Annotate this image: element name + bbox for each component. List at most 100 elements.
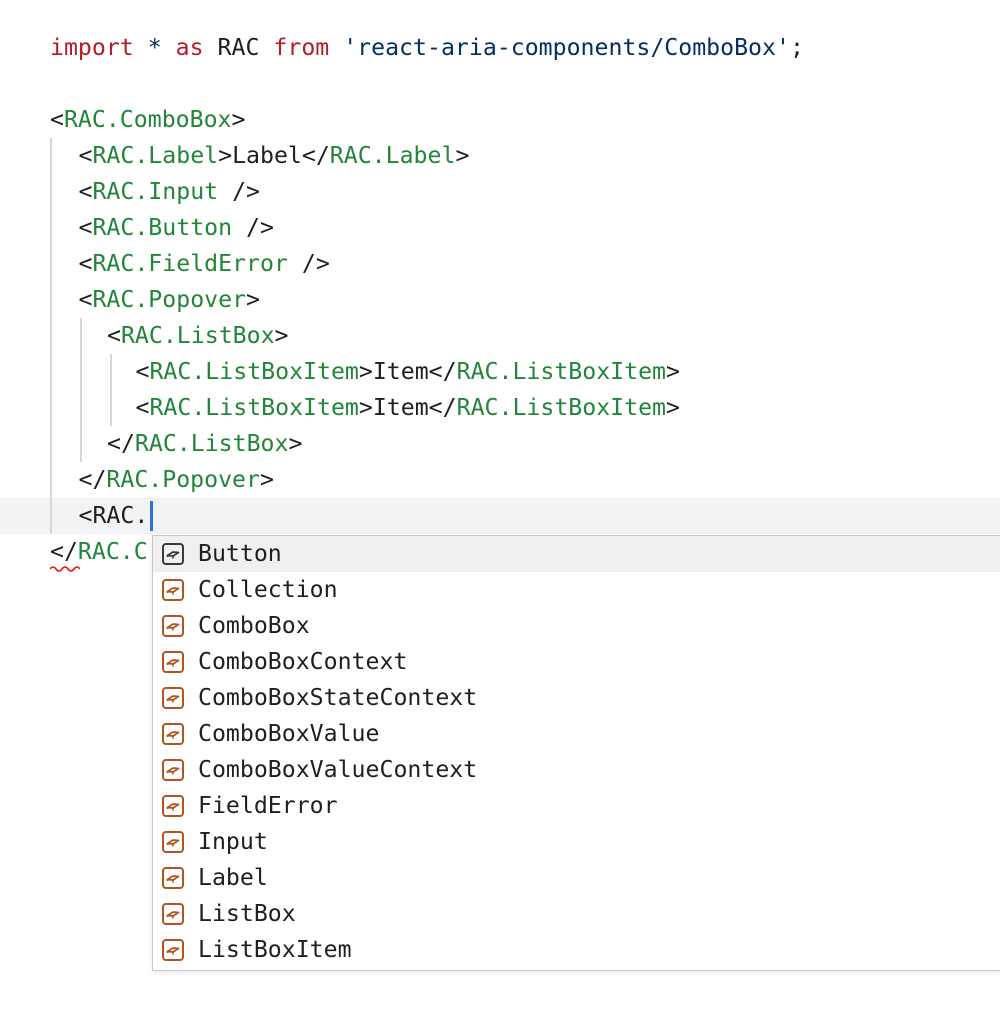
suggest-item[interactable]: Input <box>153 824 1000 860</box>
suggest-item[interactable]: ListBox <box>153 896 1000 932</box>
code-token: > <box>288 430 303 457</box>
code-token: </ <box>50 538 78 565</box>
code-token: < <box>78 250 93 277</box>
suggest-item-label: ComboBoxContext <box>198 648 408 675</box>
code-token: RAC.Popover <box>92 286 247 313</box>
code-token: < <box>78 286 93 313</box>
suggest-item-label: FieldError <box>198 792 338 819</box>
text-cursor <box>150 501 153 531</box>
suggest-item-label: ListBoxItem <box>198 936 352 963</box>
code-line[interactable]: <RAC.Button /> <box>0 210 1000 246</box>
suggest-item[interactable]: FieldError <box>153 788 1000 824</box>
code-text: </RAC.ListBox> <box>107 426 302 462</box>
suggest-item[interactable]: ComboBox <box>153 608 1000 644</box>
code-line[interactable]: import * as RAC from 'react-aria-compone… <box>0 30 1000 66</box>
code-text: <RAC.ComboBox> <box>50 102 245 138</box>
indent-guide <box>110 354 112 426</box>
code-text: </RAC.Popover> <box>79 462 274 498</box>
code-token: RAC.Label <box>92 142 219 169</box>
suggest-item-label: ListBox <box>198 900 296 927</box>
symbol-field-icon <box>162 615 184 637</box>
code-token: > <box>246 286 260 313</box>
code-token: </ <box>107 430 135 457</box>
code-token: >Label</ <box>218 142 330 169</box>
code-token: /> <box>232 214 274 241</box>
code-token: < <box>107 322 121 349</box>
symbol-field-icon <box>162 939 184 961</box>
code-token: >Item</ <box>358 358 457 385</box>
code-token: < <box>135 394 150 421</box>
suggest-item-label: ComboBoxValueContext <box>198 756 478 783</box>
code-token: RAC.ListBoxItem <box>149 358 359 385</box>
code-token: RAC <box>203 34 274 61</box>
indent-guide <box>50 138 52 534</box>
code-token: > <box>666 394 680 421</box>
symbol-field-icon <box>162 795 184 817</box>
code-line[interactable]: </RAC.ListBox> <box>0 426 1000 462</box>
suggest-item[interactable]: Collection <box>153 572 1000 608</box>
symbol-field-icon <box>162 759 184 781</box>
code-token: RAC.Input <box>92 178 219 205</box>
code-token: import <box>50 34 134 61</box>
suggest-item-label: ComboBoxStateContext <box>198 684 478 711</box>
suggest-item-label: ComboBoxValue <box>198 720 380 747</box>
suggest-item-label: Button <box>198 540 282 567</box>
code-text: <RAC.ListBoxItem>Item</RAC.ListBoxItem> <box>136 390 680 426</box>
code-text: <RAC.Popover> <box>79 282 261 318</box>
code-token: RAC.ListBoxItem <box>149 394 359 421</box>
code-token: RAC.FieldError <box>92 250 288 277</box>
code-text: <RAC.Input /> <box>79 174 261 210</box>
code-token: * <box>147 34 162 61</box>
code-token: /> <box>287 250 330 277</box>
code-token: > <box>274 322 289 349</box>
code-line[interactable]: </RAC.Popover> <box>0 462 1000 498</box>
code-line[interactable]: <RAC.ListBoxItem>Item</RAC.ListBoxItem> <box>0 390 1000 426</box>
code-line[interactable]: <RAC.Label>Label</RAC.Label> <box>0 138 1000 174</box>
suggest-item[interactable]: ListBoxItem <box>153 932 1000 968</box>
code-token: RAC.ListBoxItem <box>456 358 667 385</box>
suggest-item[interactable]: ComboBoxValueContext <box>153 752 1000 788</box>
code-token: < <box>78 178 93 205</box>
code-line[interactable]: <RAC.ListBox> <box>0 318 1000 354</box>
code-text: <RAC.ListBoxItem>Item</RAC.ListBoxItem> <box>136 354 680 390</box>
code-text: <RAC.Label>Label</RAC.Label> <box>79 138 470 174</box>
code-line[interactable] <box>0 66 1000 102</box>
code-token: <RAC. <box>78 502 149 529</box>
code-line[interactable]: <RAC.FieldError /> <box>0 246 1000 282</box>
code-line[interactable]: <RAC.ComboBox> <box>0 102 1000 138</box>
code-token: RAC.Label <box>329 142 456 169</box>
suggest-item[interactable]: Button <box>153 536 1000 572</box>
code-token: >Item</ <box>358 394 457 421</box>
error-squiggle <box>50 566 80 572</box>
code-line[interactable]: <RAC.Popover> <box>0 282 1000 318</box>
suggest-item[interactable]: ComboBoxStateContext <box>153 680 1000 716</box>
code-token: ; <box>789 34 804 61</box>
symbol-field-icon <box>162 543 184 565</box>
symbol-field-icon <box>162 579 184 601</box>
code-token: /> <box>218 178 260 205</box>
suggest-item[interactable]: ComboBoxValue <box>153 716 1000 752</box>
code-token: < <box>78 214 93 241</box>
symbol-field-icon <box>162 903 184 925</box>
symbol-field-icon <box>162 687 184 709</box>
suggest-item-label: Collection <box>198 576 338 603</box>
code-token: < <box>50 106 64 133</box>
code-token: RAC.Popover <box>106 466 260 493</box>
symbol-field-icon <box>162 723 184 745</box>
code-token: < <box>78 142 93 169</box>
suggest-item-label: Input <box>198 828 268 855</box>
code-token: RAC.ComboBox <box>63 106 232 133</box>
symbol-field-icon <box>162 651 184 673</box>
code-line[interactable]: <RAC.Input /> <box>0 174 1000 210</box>
code-line[interactable]: <RAC. <box>0 498 1000 534</box>
code-text: <RAC.Button /> <box>79 210 274 246</box>
code-line[interactable]: <RAC.ListBoxItem>Item</RAC.ListBoxItem> <box>0 354 1000 390</box>
symbol-field-icon <box>162 831 184 853</box>
suggest-item[interactable]: Label <box>153 860 1000 896</box>
suggest-item[interactable]: ComboBoxContext <box>153 644 1000 680</box>
symbol-field-icon <box>162 867 184 889</box>
autocomplete-suggest-widget[interactable]: Button Collection ComboBox ComboBoxContext C… <box>152 535 1000 971</box>
